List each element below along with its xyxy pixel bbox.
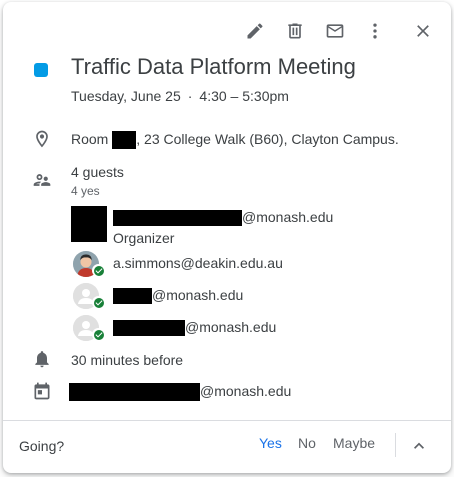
- redacted-username: [113, 210, 242, 227]
- accepted-check-icon: [92, 264, 105, 277]
- going-label: Going?: [19, 438, 65, 454]
- guest-item[interactable]: @monash.edu: [71, 283, 451, 315]
- calendar-icon: [32, 381, 52, 401]
- email-icon: [326, 24, 344, 38]
- location-prefix: Room: [71, 131, 109, 147]
- guest-email: @monash.edu: [113, 209, 334, 227]
- close-button[interactable]: [403, 12, 443, 50]
- redacted-username: [69, 383, 200, 402]
- email-domain: @monash.edu: [152, 287, 244, 303]
- footer-divider: [395, 433, 396, 457]
- guest-count[interactable]: 4 guests: [71, 164, 124, 180]
- rsvp-footer: Going? Yes No Maybe: [3, 420, 451, 473]
- redacted-username: [113, 320, 185, 337]
- redacted-avatar: [71, 206, 107, 242]
- event-title: Traffic Data Platform Meeting: [71, 54, 356, 79]
- reminder-text: 30 minutes before: [71, 352, 184, 368]
- event-date: Tuesday, June 25: [71, 88, 181, 104]
- rsvp-no-button[interactable]: No: [298, 435, 316, 451]
- event-time: 4:30 – 5:30pm: [199, 88, 289, 104]
- expand-button[interactable]: [406, 433, 432, 459]
- delete-icon: [288, 23, 302, 39]
- email-guests-button[interactable]: [315, 12, 355, 50]
- guest-email: @monash.edu: [113, 287, 244, 305]
- guest-rsvp-summary: 4 yes: [71, 184, 100, 198]
- location-text[interactable]: Room , 23 College Walk (B60), Clayton Ca…: [71, 131, 399, 150]
- chevron-up-icon: [414, 442, 424, 449]
- rsvp-maybe-button[interactable]: Maybe: [333, 435, 375, 451]
- calendar-owner: @monash.edu: [69, 383, 292, 402]
- datetime-separator: ·: [187, 88, 193, 104]
- accepted-check-icon: [92, 296, 105, 309]
- guest-item[interactable]: a.simmons@deakin.edu.au: [71, 251, 451, 283]
- email-domain: @monash.edu: [242, 209, 334, 225]
- toolbar: [235, 12, 443, 50]
- redacted-room-number: [112, 131, 137, 150]
- event-details-popup: Traffic Data Platform Meeting Tuesday, J…: [3, 2, 451, 473]
- email-domain: @monash.edu: [200, 383, 292, 399]
- rsvp-yes-button[interactable]: Yes: [259, 435, 282, 451]
- event-color-indicator: [34, 63, 48, 77]
- guest-email: a.simmons@deakin.edu.au: [113, 255, 283, 271]
- redacted-username: [113, 288, 152, 305]
- accepted-check-icon: [92, 328, 105, 341]
- location-suffix: , 23 College Walk (B60), Clayton Campus.: [136, 131, 399, 147]
- close-icon: [417, 25, 429, 37]
- bell-icon: [32, 349, 52, 369]
- more-options-icon: [373, 23, 377, 39]
- edit-button[interactable]: [235, 12, 275, 50]
- guest-item[interactable]: @monash.edu: [71, 315, 451, 347]
- location-pin-icon: [32, 129, 52, 149]
- guest-item-organizer[interactable]: @monash.edu Organizer: [71, 206, 451, 246]
- email-domain: @monash.edu: [185, 319, 277, 335]
- organizer-label: Organizer: [113, 230, 175, 246]
- more-options-button[interactable]: [355, 12, 395, 50]
- people-icon: [32, 170, 52, 190]
- delete-button[interactable]: [275, 12, 315, 50]
- guest-email: @monash.edu: [113, 319, 277, 337]
- edit-icon: [247, 23, 263, 39]
- event-datetime: Tuesday, June 25 · 4:30 – 5:30pm: [71, 88, 289, 104]
